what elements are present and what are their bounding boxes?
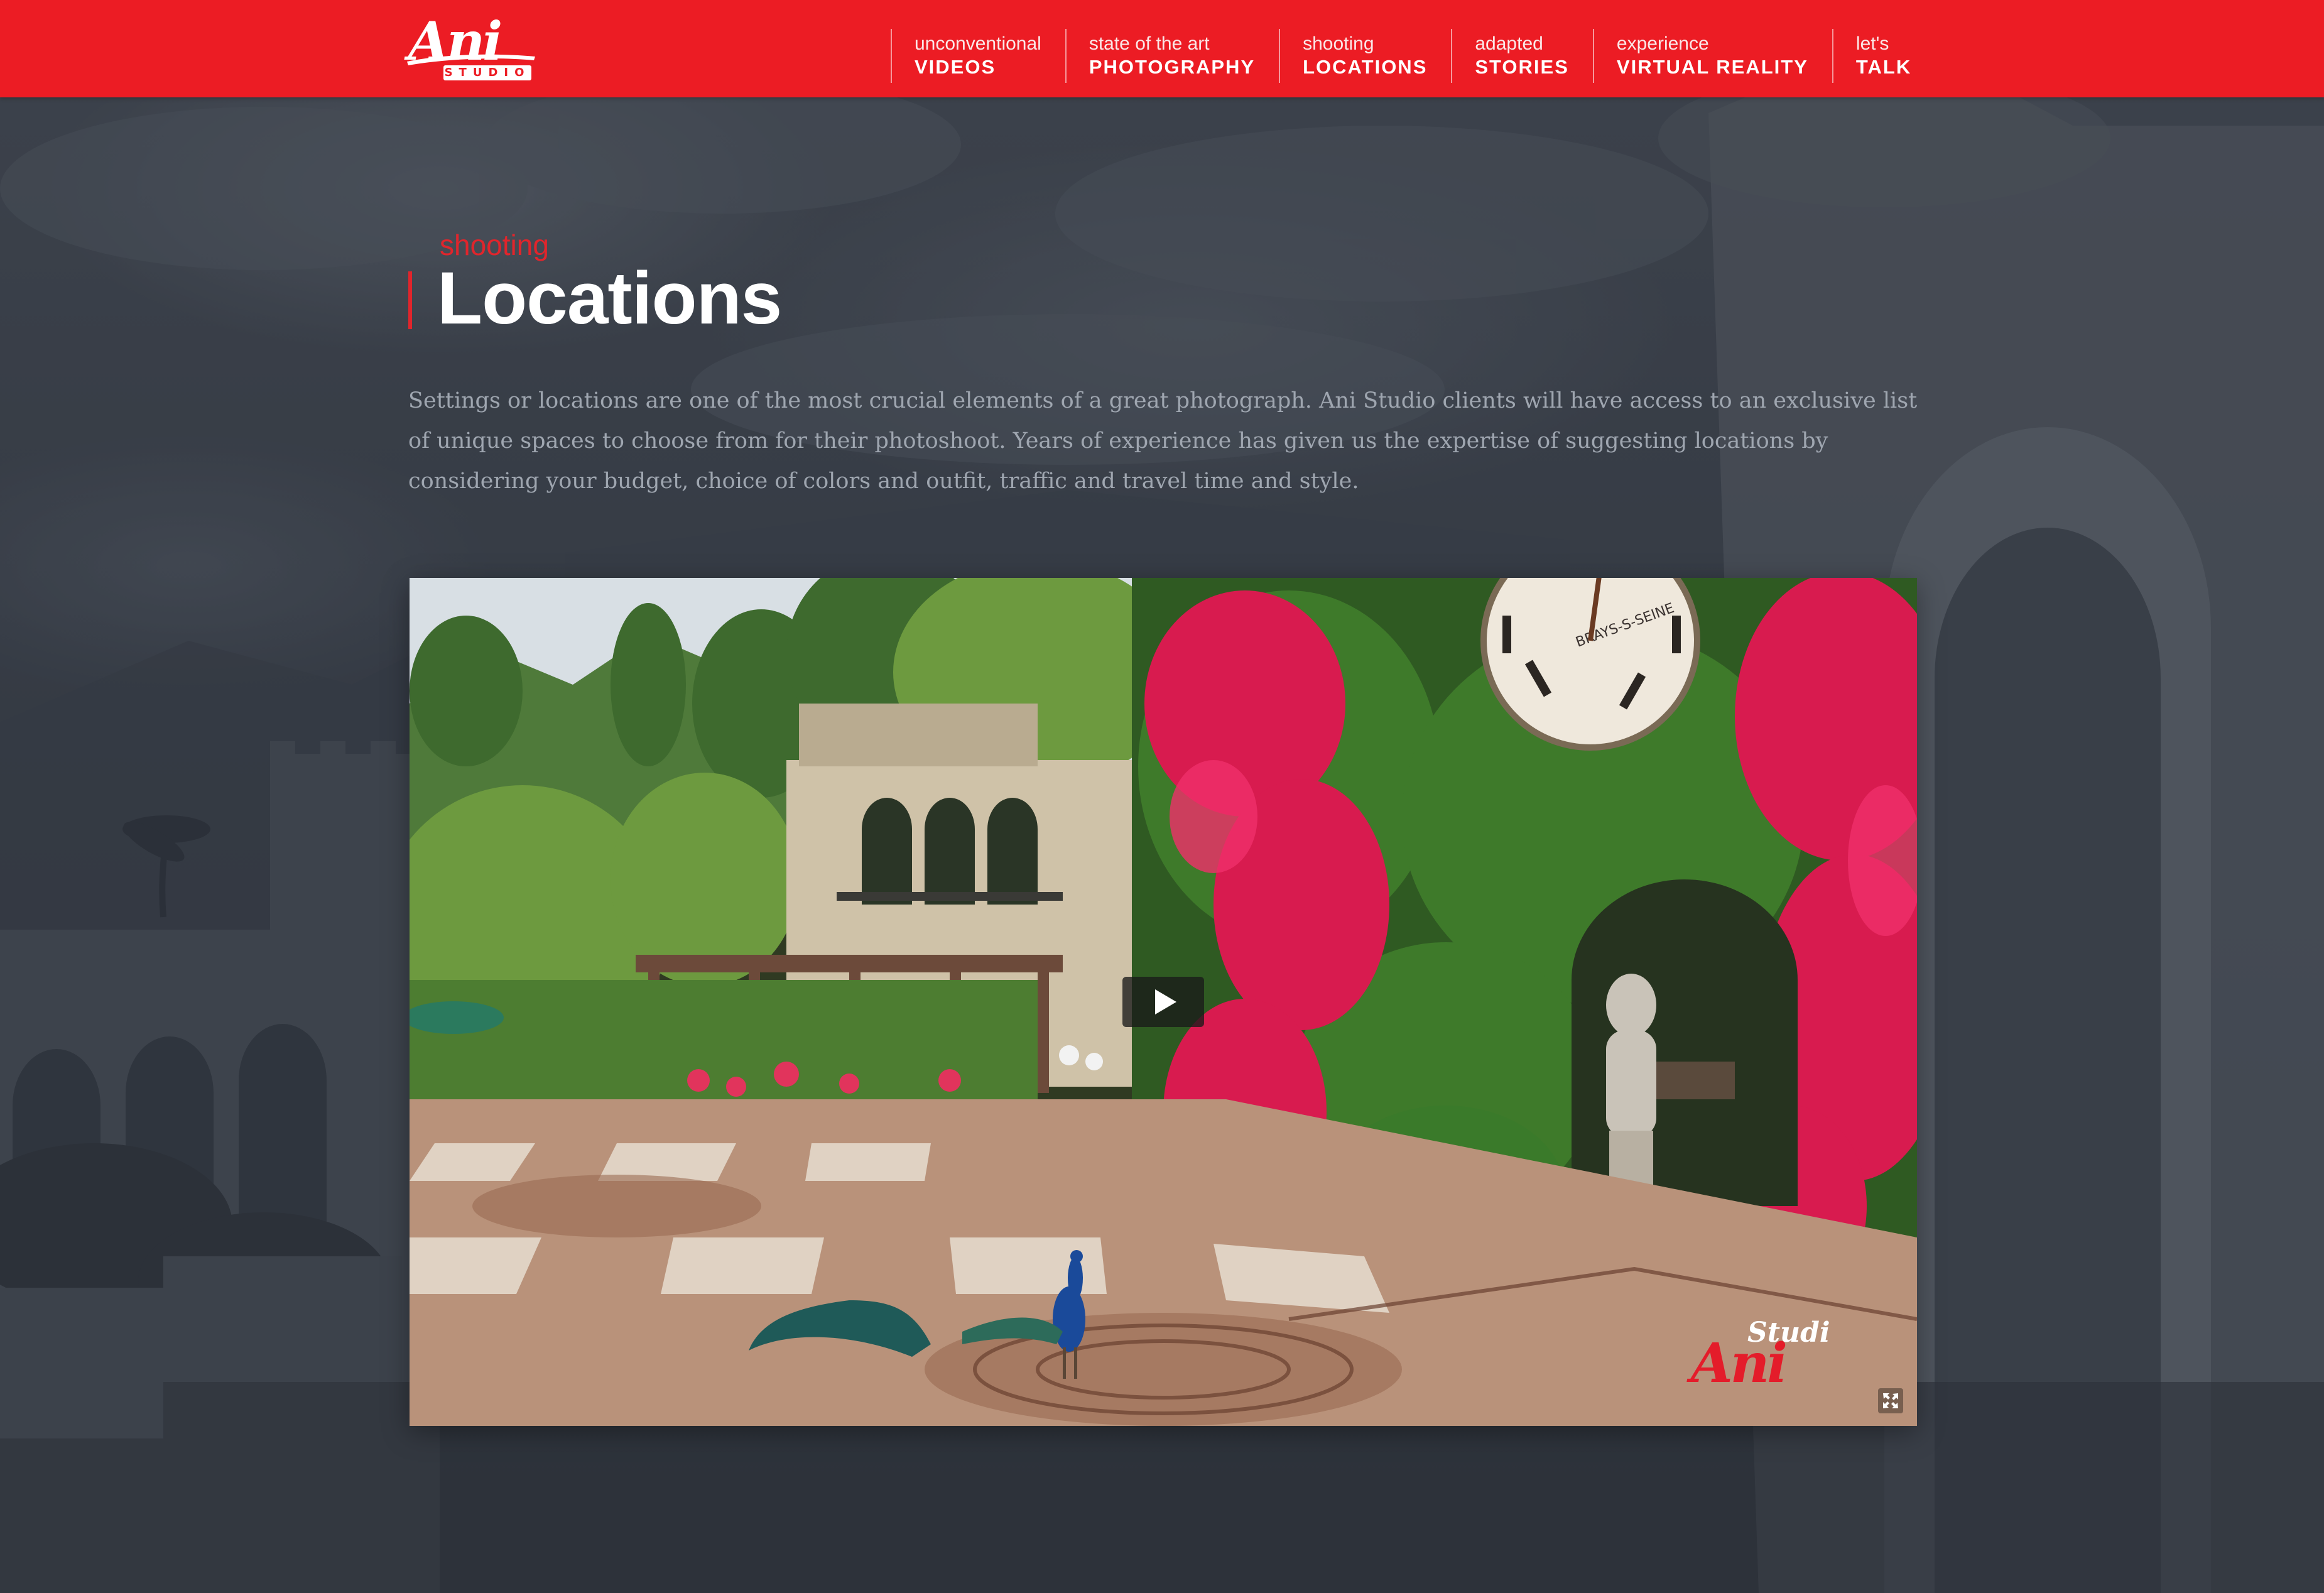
nav-item-small-label: experience	[1616, 33, 1709, 54]
fullscreen-icon	[1878, 1388, 1903, 1413]
section-description: Settings or locations are one of the mos…	[408, 388, 1918, 494]
nav-item-label: TALK	[1855, 56, 1912, 78]
nav-item-stories[interactable]: adapted STORIES	[1451, 29, 1593, 83]
nav-item-label: LOCATIONS	[1303, 56, 1428, 78]
watermark-ani-text: Ani	[1691, 1332, 1788, 1395]
nav-item-label: PHOTOGRAPHY	[1089, 56, 1256, 78]
ani-studio-logo[interactable]: Ani STUDIO	[407, 15, 540, 80]
nav-item-videos[interactable]: unconventional VIDEOS	[891, 29, 1065, 83]
page-title: Locations	[437, 257, 782, 340]
video-watermark: Studi Ani	[1691, 1314, 1835, 1395]
main-nav: unconventional VIDEOS state of the art P…	[891, 29, 1935, 83]
nav-item-label: STORIES	[1475, 56, 1569, 78]
video-player[interactable]: BRAYS-S-SEINE Studi Ani	[410, 578, 1917, 1426]
title-accent-bar	[408, 271, 412, 329]
nav-item-small-label: let's	[1855, 33, 1889, 54]
nav-item-virtual-reality[interactable]: experience VIRTUAL REALITY	[1592, 29, 1832, 83]
play-button[interactable]	[1122, 977, 1204, 1027]
top-navigation-bar: Ani STUDIO unconventional VIDEOS state o…	[0, 0, 2324, 97]
nav-item-label: VIRTUAL REALITY	[1616, 56, 1808, 78]
nav-item-small-label: adapted	[1475, 33, 1543, 54]
nav-item-label: VIDEOS	[915, 56, 996, 78]
play-icon	[1155, 989, 1176, 1014]
fullscreen-button[interactable]	[1878, 1388, 1903, 1413]
nav-item-small-label: unconventional	[915, 33, 1041, 54]
nav-item-small-label: state of the art	[1089, 33, 1210, 54]
nav-item-small-label: shooting	[1303, 33, 1374, 54]
logo-subtitle: STUDIO	[443, 65, 531, 80]
nav-item-photography[interactable]: state of the art PHOTOGRAPHY	[1065, 29, 1279, 83]
nav-item-talk[interactable]: let's TALK	[1832, 29, 1935, 83]
nav-item-locations[interactable]: shooting LOCATIONS	[1279, 29, 1451, 83]
